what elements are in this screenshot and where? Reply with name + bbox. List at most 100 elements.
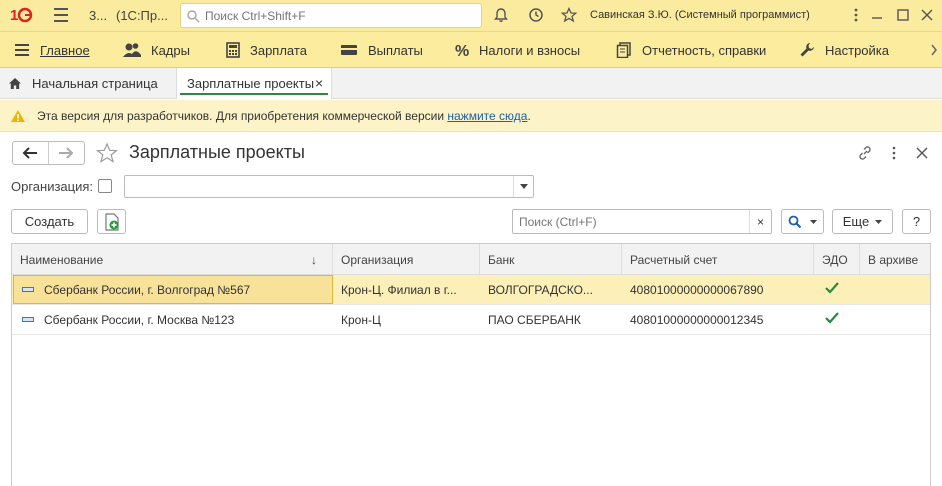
tab-home[interactable]: Начальная страница [0, 68, 166, 98]
banner-text: Эта версия для разработчиков. Для приобр… [37, 109, 448, 123]
global-search[interactable] [180, 3, 482, 28]
checkmark-icon [825, 312, 839, 324]
cell-account: 40801000000000067890 [630, 282, 764, 297]
arrow-right-icon [59, 147, 74, 159]
section-settings[interactable]: Настройка [799, 32, 889, 68]
cell-organization: Крон-Ц. Филиал в г... [341, 282, 457, 297]
developer-version-banner: Эта версия для разработчиков. Для приобр… [0, 100, 942, 132]
tab-label: Зарплатные проекты [187, 76, 315, 91]
cell-name: Сбербанк России, г. Волгоград №567 [44, 282, 251, 297]
column-name-label: Наименование [20, 252, 104, 267]
column-name[interactable]: Наименование ↓ [12, 244, 333, 275]
tab-bar: Начальная страница Зарплатные проекты × [0, 68, 942, 99]
svg-text:%: % [455, 43, 469, 58]
section-label: Зарплата [250, 42, 307, 58]
navigation-buttons [12, 141, 85, 165]
section-salary[interactable]: Зарплата [226, 32, 307, 68]
cell-archive [860, 305, 930, 334]
column-organization[interactable]: Организация [333, 244, 480, 275]
list-search-input[interactable] [517, 212, 747, 231]
organization-select[interactable] [124, 175, 534, 198]
salary-projects-table: Наименование ↓ Организация Банк Расчетны… [11, 243, 931, 486]
home-icon [9, 77, 21, 89]
add-document-icon [104, 212, 119, 231]
menu-icon [15, 44, 29, 56]
clear-search-button[interactable]: × [749, 210, 771, 233]
app-title: (1С:Пр... [116, 8, 168, 23]
more-label: Еще [842, 214, 870, 229]
search-options-button[interactable] [781, 209, 824, 234]
help-button[interactable]: ? [902, 209, 931, 234]
more-button[interactable]: Еще [832, 209, 893, 234]
main-menu-icon[interactable] [54, 8, 68, 22]
table-row[interactable]: Сбербанк России, г. Волгоград №567 Крон-… [12, 275, 930, 305]
close-window-icon[interactable] [919, 7, 935, 23]
section-taxes[interactable]: % Налоги и взносы [455, 32, 580, 68]
sections-panel: Главное Кадры Зарплата Выплаты % Налоги … [0, 31, 942, 68]
calculator-icon [226, 42, 240, 58]
more-vertical-icon[interactable] [887, 145, 901, 161]
cell-bank: ВОЛГОГРАДСКО... [488, 282, 593, 297]
window-number: 3... [89, 8, 108, 23]
active-tab-indicator [180, 93, 328, 95]
banner-text-wrapper: Эта версия для разработчиков. Для приобр… [37, 109, 531, 123]
section-reports[interactable]: Отчетность, справки [616, 32, 766, 68]
current-user[interactable]: Савинская З.Ю. (Системный программист) [590, 9, 810, 21]
organization-dropdown-button[interactable] [513, 176, 533, 197]
page-title: Зарплатные проекты [129, 142, 305, 162]
chevron-down-icon [875, 219, 883, 224]
create-group-button[interactable] [97, 209, 126, 234]
percent-icon: % [455, 43, 469, 58]
svg-text:1: 1 [10, 7, 18, 24]
section-label: Главное [40, 42, 90, 58]
wrench-icon [800, 43, 814, 57]
scroll-right-chevron-icon[interactable] [930, 44, 938, 56]
favorite-star-icon[interactable] [96, 142, 118, 164]
1c-logo-icon[interactable]: 1 [10, 6, 34, 24]
search-icon [187, 10, 200, 23]
maximize-icon[interactable] [895, 7, 911, 23]
column-edo[interactable]: ЭДО [814, 244, 860, 275]
cell-bank: ПАО СБЕРБАНК [488, 312, 581, 327]
global-search-input[interactable] [203, 6, 478, 25]
section-label: Кадры [151, 42, 190, 58]
table-row[interactable]: Сбербанк России, г. Москва №123 Крон-Ц П… [12, 305, 930, 335]
link-icon[interactable] [857, 145, 873, 161]
history-icon[interactable] [528, 7, 544, 23]
cell-name: Сбербанк России, г. Москва №123 [44, 312, 235, 327]
buy-link[interactable]: нажмите сюда [447, 109, 527, 123]
list-search[interactable]: × [512, 209, 772, 234]
people-icon [123, 43, 141, 57]
chevron-down-icon [810, 219, 817, 224]
close-form-icon[interactable] [914, 145, 930, 161]
wallet-icon [341, 45, 357, 55]
create-button[interactable]: Создать [11, 209, 88, 234]
table-header: Наименование ↓ Организация Банк Расчетны… [12, 244, 930, 275]
chevron-down-icon [519, 184, 528, 189]
forward-button[interactable] [49, 142, 85, 164]
organization-filter-checkbox[interactable] [98, 179, 112, 193]
section-label: Настройка [825, 42, 889, 58]
section-label: Выплаты [368, 42, 423, 58]
section-label: Отчетность, справки [642, 42, 767, 58]
favorites-star-icon[interactable] [561, 7, 577, 23]
more-vertical-icon[interactable] [848, 7, 864, 23]
section-hr[interactable]: Кадры [123, 32, 190, 68]
tab-home-label: Начальная страница [32, 75, 158, 91]
tab-salary-projects[interactable]: Зарплатные проекты × [176, 68, 332, 99]
column-account[interactable]: Расчетный счет [622, 244, 814, 275]
title-bar: 1 3... (1С:Пр... Савинская З.Ю. (Системн… [0, 0, 942, 31]
back-button[interactable] [13, 142, 49, 164]
section-payments[interactable]: Выплаты [340, 32, 423, 68]
column-archive[interactable]: В архиве [860, 244, 930, 275]
organization-label: Организация: [11, 179, 94, 194]
close-tab-icon[interactable]: × [315, 75, 323, 91]
section-main[interactable]: Главное [14, 32, 90, 68]
minimize-icon[interactable] [869, 7, 885, 23]
cell-account: 40801000000000012345 [630, 312, 764, 327]
section-label: Налоги и взносы [479, 42, 581, 58]
banner-suffix: . [527, 109, 531, 123]
column-bank[interactable]: Банк [480, 244, 622, 275]
cell-archive [860, 275, 930, 304]
bell-icon[interactable] [493, 7, 509, 23]
